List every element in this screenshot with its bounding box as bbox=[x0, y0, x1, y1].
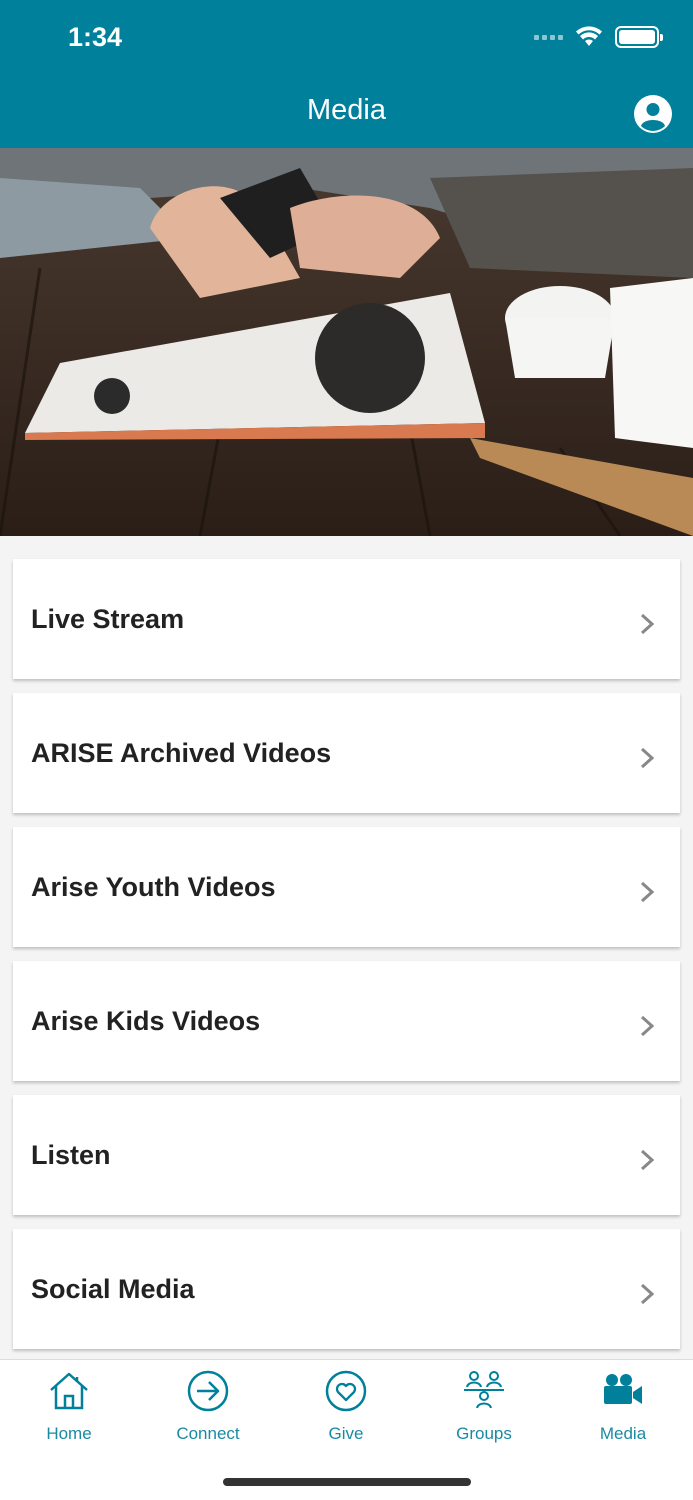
menu-item-social-media[interactable]: Social Media bbox=[13, 1229, 680, 1349]
user-circle-icon[interactable] bbox=[633, 94, 673, 134]
media-menu: Live Stream ARISE Archived Videos Arise … bbox=[13, 559, 680, 1363]
menu-item-label: ARISE Archived Videos bbox=[31, 738, 332, 768]
chevron-right-icon bbox=[640, 1149, 654, 1171]
menu-item-label: Live Stream bbox=[31, 604, 185, 634]
chevron-right-icon bbox=[640, 881, 654, 903]
tab-groups[interactable]: Groups bbox=[424, 1368, 544, 1444]
app-header: 1:34 Media bbox=[0, 0, 693, 148]
heart-circle-icon bbox=[325, 1370, 367, 1412]
people-icon bbox=[464, 1371, 504, 1409]
menu-item-live-stream[interactable]: Live Stream bbox=[13, 559, 680, 679]
menu-item-listen[interactable]: Listen bbox=[13, 1095, 680, 1215]
chevron-right-icon bbox=[640, 1283, 654, 1305]
hero-image bbox=[0, 148, 693, 536]
wifi-icon bbox=[576, 26, 602, 46]
menu-item-label: Listen bbox=[31, 1140, 111, 1170]
home-indicator[interactable] bbox=[223, 1478, 471, 1486]
page-title: Media bbox=[307, 94, 386, 126]
tab-label: Media bbox=[599, 1424, 647, 1443]
menu-item-youth-videos[interactable]: Arise Youth Videos bbox=[13, 827, 680, 947]
tab-label: Groups bbox=[456, 1424, 512, 1443]
tab-home[interactable]: Home bbox=[9, 1368, 129, 1444]
tab-label: Give bbox=[328, 1424, 364, 1443]
tab-connect[interactable]: Connect bbox=[148, 1368, 268, 1444]
menu-item-archived-videos[interactable]: ARISE Archived Videos bbox=[13, 693, 680, 813]
tab-label: Connect bbox=[176, 1424, 240, 1443]
tab-label: Home bbox=[46, 1424, 92, 1443]
cellular-signal-icon bbox=[534, 34, 563, 40]
home-icon bbox=[50, 1372, 88, 1410]
status-icons bbox=[534, 26, 663, 48]
chevron-right-icon bbox=[640, 1015, 654, 1037]
menu-item-label: Arise Youth Videos bbox=[31, 872, 276, 902]
menu-item-label: Social Media bbox=[31, 1274, 195, 1304]
chevron-right-icon bbox=[640, 747, 654, 769]
tab-media[interactable]: Media bbox=[563, 1368, 683, 1444]
status-time: 1:34 bbox=[68, 22, 123, 52]
video-camera-icon bbox=[604, 1374, 642, 1404]
chevron-right-icon bbox=[640, 613, 654, 635]
arrow-circle-icon bbox=[187, 1370, 229, 1412]
menu-item-kids-videos[interactable]: Arise Kids Videos bbox=[13, 961, 680, 1081]
menu-item-label: Arise Kids Videos bbox=[31, 1006, 261, 1036]
battery-icon bbox=[615, 26, 663, 48]
tab-give[interactable]: Give bbox=[286, 1368, 406, 1444]
